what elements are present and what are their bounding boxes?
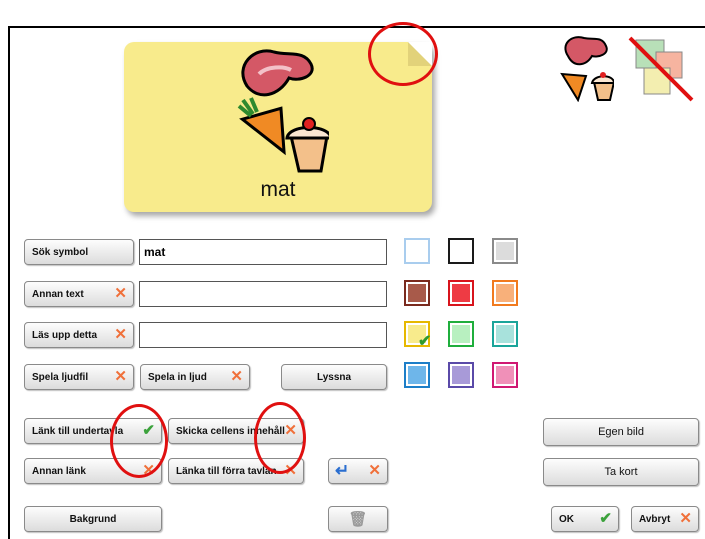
- color-swatch-brown[interactable]: [404, 280, 430, 306]
- return-link-button[interactable]: ↵ ✕: [328, 458, 388, 484]
- color-swatch-red[interactable]: [448, 280, 474, 306]
- delete-button[interactable]: 🗑: [328, 506, 388, 532]
- checkmark-icon: ✔: [599, 510, 612, 527]
- search-symbol-button[interactable]: Sök symbol: [24, 239, 134, 265]
- return-arrow-icon: ↵: [335, 461, 350, 480]
- other-text-button[interactable]: Annan text ✕: [24, 281, 134, 307]
- search-input[interactable]: mat: [139, 239, 387, 265]
- selected-check-icon: ✔: [418, 333, 432, 350]
- color-swatch-orange[interactable]: [492, 280, 518, 306]
- food-symbol-icon: [237, 49, 329, 173]
- take-photo-button[interactable]: Ta kort: [543, 458, 699, 486]
- ok-button[interactable]: OK ✔: [551, 506, 619, 532]
- color-swatch-purple[interactable]: [448, 362, 474, 388]
- color-swatch-teal[interactable]: [492, 321, 518, 347]
- color-swatch-pink[interactable]: [492, 362, 518, 388]
- card-word: mat: [260, 178, 296, 201]
- clear-icon[interactable]: ✕: [114, 327, 127, 343]
- clear-icon[interactable]: ✕: [230, 369, 243, 385]
- annotation-circle: [368, 22, 438, 86]
- no-background-icon[interactable]: [626, 34, 696, 104]
- color-swatch-gray[interactable]: [492, 238, 518, 264]
- color-swatch-green[interactable]: [448, 321, 474, 347]
- own-image-button[interactable]: Egen bild: [543, 418, 699, 446]
- annotation-circle: [254, 402, 306, 474]
- listen-button[interactable]: Lyssna: [281, 364, 387, 390]
- clear-icon[interactable]: ✕: [114, 369, 127, 385]
- read-aloud-button[interactable]: Läs upp detta ✕: [24, 322, 134, 348]
- trash-icon: 🗑: [348, 511, 368, 528]
- play-sound-button[interactable]: Spela ljudfil ✕: [24, 364, 134, 390]
- background-button[interactable]: Bakgrund: [24, 506, 162, 532]
- symbol-type-icon[interactable]: [556, 34, 614, 102]
- annotation-circle: [110, 404, 168, 478]
- other-text-input[interactable]: [139, 281, 387, 307]
- color-swatch-white[interactable]: [404, 238, 430, 264]
- close-icon: ✕: [679, 510, 692, 527]
- clear-icon[interactable]: ✕: [114, 286, 127, 302]
- color-swatch-blue[interactable]: [404, 362, 430, 388]
- color-swatch-yellow[interactable]: ✔: [404, 321, 431, 350]
- cancel-button[interactable]: Avbryt ✕: [631, 506, 699, 532]
- record-sound-button[interactable]: Spela in ljud ✕: [140, 364, 250, 390]
- clear-icon[interactable]: ✕: [368, 463, 381, 479]
- color-swatch-black[interactable]: [448, 238, 474, 264]
- read-aloud-input[interactable]: [139, 322, 387, 348]
